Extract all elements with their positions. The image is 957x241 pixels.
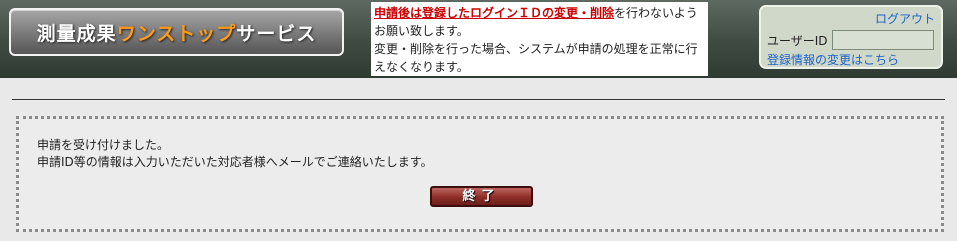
user-id-row: ユーザーID bbox=[767, 30, 934, 50]
finish-button[interactable]: 終了 bbox=[430, 186, 533, 207]
header: 測量成果 ワンストップ サービス 申請後は登録したログインＩＤの変更・削除を行わない… bbox=[0, 0, 957, 78]
user-panel: ログアウト ユーザーID 登録情報の変更はこちら bbox=[759, 5, 943, 69]
user-id-label: ユーザーID bbox=[767, 33, 828, 48]
user-id-field[interactable] bbox=[831, 30, 934, 50]
notice-line2: 変更・削除を行った場合、システムが申請の処理を正常に行えなくなります。 bbox=[374, 42, 698, 74]
logout-link[interactable]: ログアウト bbox=[875, 10, 935, 27]
result-message-1: 申請を受け付けました。 bbox=[37, 138, 170, 152]
result-message-2: 申請ID等の情報は入力いただいた対応者様へメールでご連絡いたします。 bbox=[37, 155, 433, 169]
notice-warning: 申請後は登録したログインＩＤの変更・削除 bbox=[374, 6, 615, 20]
result-panel: 申請を受け付けました。 申請ID等の情報は入力いただいた対応者様へメールでご連絡… bbox=[16, 116, 944, 232]
logo-text-3: サービス bbox=[236, 22, 317, 45]
logo-text-1: 測量成果 bbox=[36, 22, 117, 45]
notice-box: 申請後は登録したログインＩＤの変更・削除を行わないようお願い致します。 変更・削… bbox=[371, 2, 708, 76]
logo-text-2: ワンストップ bbox=[116, 22, 237, 45]
registration-change-link[interactable]: 登録情報の変更はこちら bbox=[767, 51, 899, 68]
service-logo: 測量成果 ワンストップ サービス bbox=[9, 8, 344, 56]
divider bbox=[12, 99, 945, 100]
